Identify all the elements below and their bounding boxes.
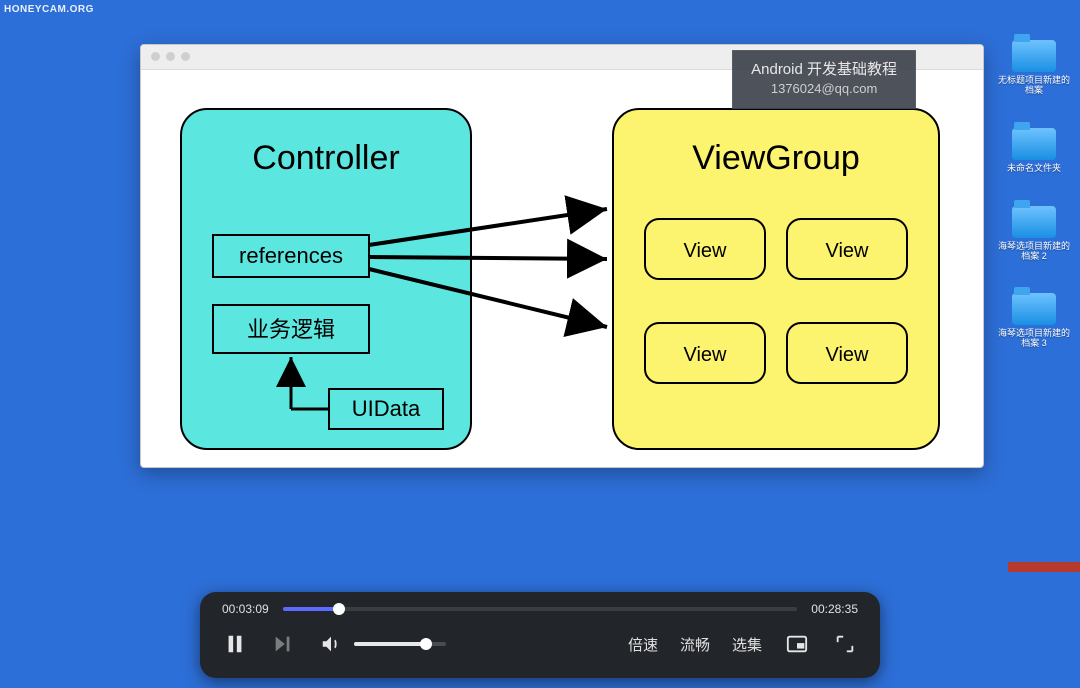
svg-text:View: View (684, 344, 728, 366)
desktop-folder-1[interactable]: 无标题项目新建的 档案 (998, 40, 1070, 96)
fullscreen-button[interactable] (832, 631, 858, 657)
pip-icon (786, 633, 808, 655)
volume-button[interactable] (318, 631, 344, 657)
pause-icon (224, 633, 246, 655)
pip-button[interactable] (784, 631, 810, 657)
speed-button[interactable]: 倍速 (628, 634, 658, 655)
pause-button[interactable] (222, 631, 248, 657)
progress-fill (283, 607, 340, 611)
speaker-icon (320, 633, 342, 655)
next-button[interactable] (270, 631, 296, 657)
desktop-icon-label: 海琴选项目新建的 档案 3 (998, 329, 1070, 349)
course-overlay: Android 开发基础教程 1376024@qq.com (732, 50, 916, 109)
volume-track[interactable] (354, 642, 446, 646)
uidata-label: UIData (352, 396, 421, 421)
folder-icon (1012, 206, 1056, 238)
progress-thumb[interactable] (333, 603, 345, 615)
desktop-background: HONEYCAM.ORG 无标题项目新建的 档案 未命名文件夹 海琴选项目新建的… (0, 0, 1080, 688)
desktop-icon-label: 无标题项目新建的 档案 (998, 76, 1070, 96)
current-time: 00:03:09 (222, 602, 269, 616)
progress-track[interactable] (283, 607, 798, 611)
desktop-icon-label: 海琴选项目新建的 档案 2 (998, 242, 1070, 262)
viewgroup-title: ViewGroup (692, 139, 860, 177)
svg-text:View: View (826, 344, 870, 366)
slide-diagram: Controller references 业务逻辑 UIData (141, 69, 983, 467)
folder-icon (1012, 293, 1056, 325)
episodes-button[interactable]: 选集 (732, 634, 762, 655)
svg-text:View: View (684, 240, 728, 262)
course-contact: 1376024@qq.com (751, 80, 897, 98)
volume-thumb[interactable] (420, 638, 432, 650)
video-player-bar: 00:03:09 00:28:35 (200, 592, 880, 678)
watermark-text: HONEYCAM.ORG (4, 4, 94, 15)
volume-fill (354, 642, 426, 646)
desktop-folder-4[interactable]: 海琴选项目新建的 档案 3 (998, 293, 1070, 349)
folder-icon (1012, 40, 1056, 72)
desktop-icon-label: 未命名文件夹 (1007, 164, 1061, 174)
logic-label: 业务逻辑 (247, 317, 335, 342)
arrow-ref-2 (369, 257, 607, 259)
course-title: Android 开发基础教程 (751, 59, 897, 80)
total-time: 00:28:35 (811, 602, 858, 616)
desktop-icon-column: 无标题项目新建的 档案 未命名文件夹 海琴选项目新建的 档案 2 海琴选项目新建… (996, 40, 1072, 349)
taskbar-fragment (1008, 562, 1080, 572)
folder-icon (1012, 128, 1056, 160)
window-controls[interactable] (151, 52, 190, 61)
quality-button[interactable]: 流畅 (680, 634, 710, 655)
controller-title: Controller (252, 139, 399, 177)
desktop-folder-3[interactable]: 海琴选项目新建的 档案 2 (998, 206, 1070, 262)
desktop-folder-2[interactable]: 未命名文件夹 (1007, 128, 1061, 174)
fullscreen-icon (834, 633, 856, 655)
next-icon (272, 633, 294, 655)
references-label: references (239, 243, 343, 268)
svg-text:View: View (826, 240, 870, 262)
